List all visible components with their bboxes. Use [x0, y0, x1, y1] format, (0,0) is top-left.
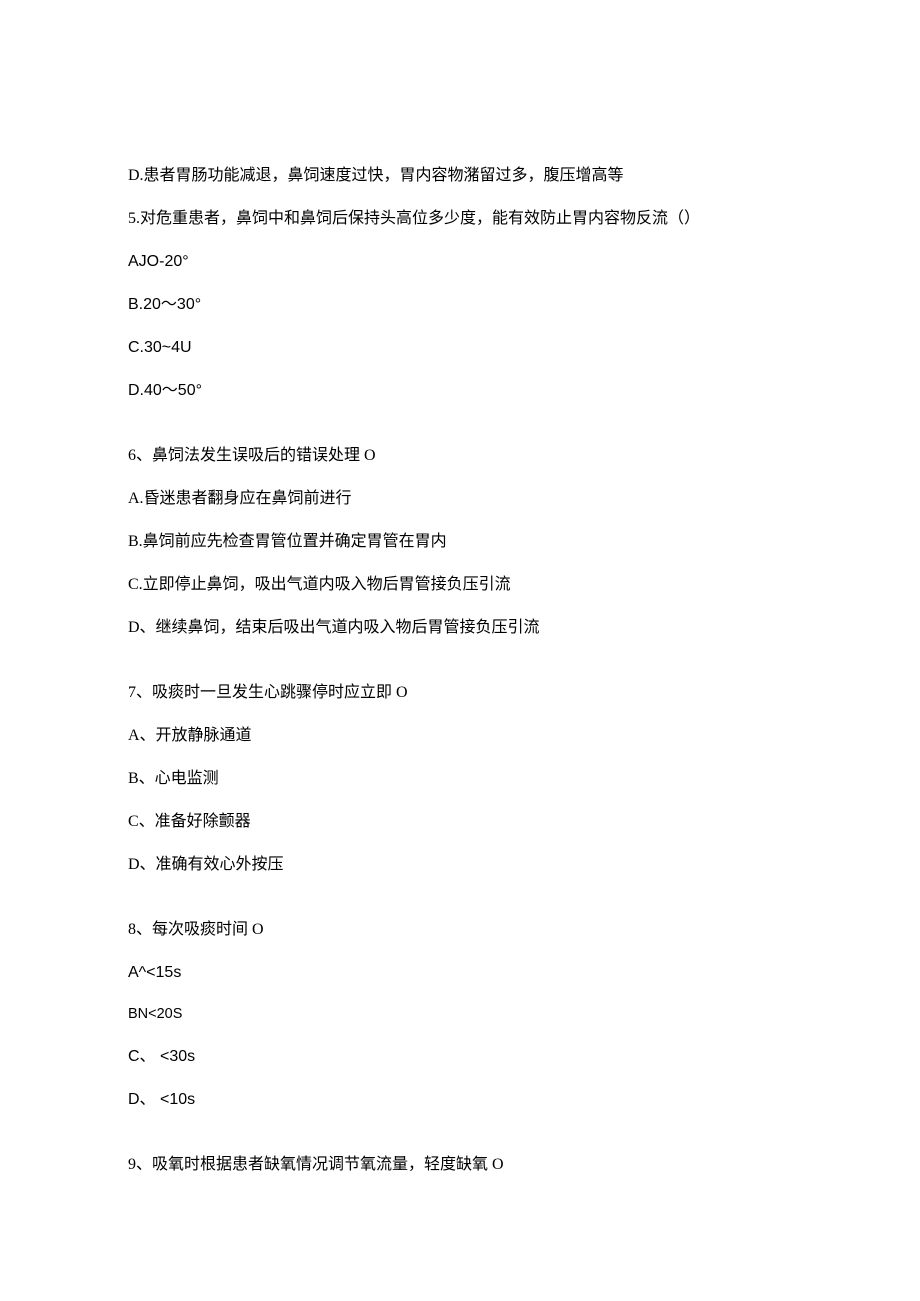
- q7-stem: 7、吸痰时一旦发生心跳骤停时应立即 O: [128, 681, 792, 705]
- q6-option-b: B.鼻饲前应先检查胃管位置并确定胃管在胃内: [128, 530, 792, 554]
- spacer: [128, 659, 792, 681]
- q8-option-c: C、 <30s: [128, 1045, 792, 1069]
- q5-option-b: B.20～30°: [128, 293, 792, 317]
- spacer: [128, 422, 792, 444]
- document-page: D.患者胃肠功能减退，鼻饲速度过快，胃内容物潴留过多，腹压增高等 5.对危重患者…: [0, 0, 920, 1286]
- q6-option-d: D、继续鼻饲，结束后吸出气道内吸入物后胃管接负压引流: [128, 616, 792, 640]
- spacer: [128, 896, 792, 918]
- q9-stem: 9、吸氧时根据患者缺氧情况调节氧流量，轻度缺氧 O: [128, 1153, 792, 1177]
- q8-stem: 8、每次吸痰时间 O: [128, 918, 792, 942]
- spacer: [128, 1131, 792, 1153]
- q7-option-c: C、准备好除颤器: [128, 810, 792, 834]
- q5-option-c: C.30~4U: [128, 336, 792, 360]
- q7-option-b: B、心电监测: [128, 767, 792, 791]
- q5-stem: 5.对危重患者，鼻饲中和鼻饲后保持头高位多少度，能有效防止胃内容物反流（）: [128, 207, 792, 231]
- q8-option-d: D、 <10s: [128, 1088, 792, 1112]
- q4-option-d: D.患者胃肠功能减退，鼻饲速度过快，胃内容物潴留过多，腹压增高等: [128, 164, 792, 188]
- q7-option-d: D、准确有效心外按压: [128, 853, 792, 877]
- q8-option-b: BN<20S: [128, 1004, 792, 1026]
- q6-stem: 6、鼻饲法发生误吸后的错误处理 O: [128, 444, 792, 468]
- q6-option-a: A.昏迷患者翻身应在鼻饲前进行: [128, 487, 792, 511]
- q8-option-a: A^<15s: [128, 961, 792, 985]
- q5-option-d: D.40～50°: [128, 379, 792, 403]
- q5-option-a: AJO-20°: [128, 250, 792, 274]
- q6-option-c: C.立即停止鼻饲，吸出气道内吸入物后胃管接负压引流: [128, 573, 792, 597]
- q7-option-a: A、开放静脉通道: [128, 724, 792, 748]
